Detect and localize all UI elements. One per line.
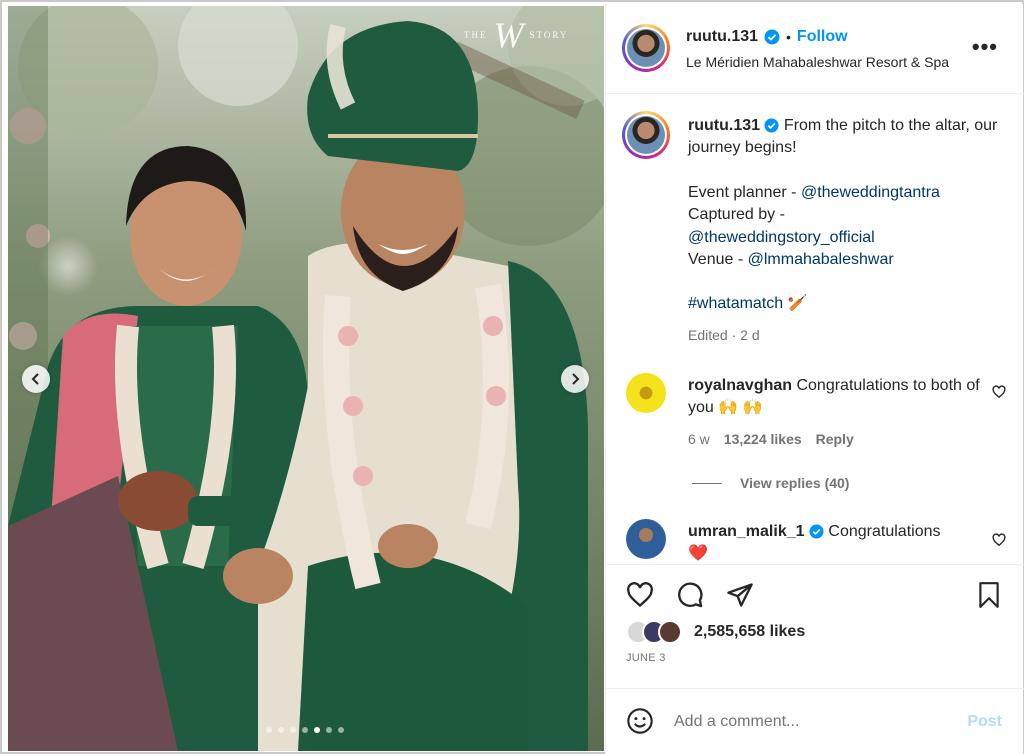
post-caption: ruutu.131 From the pitch to the altar, o…: [688, 115, 1008, 346]
captured-by-label: Captured by -: [688, 206, 785, 224]
carousel-dot: [290, 727, 296, 733]
wedding-photo-illustration: [8, 6, 604, 751]
comment-item: royalnavghan Congratulations to both of …: [688, 375, 988, 419]
header-user-row: ruutu.131 • Follow: [686, 28, 848, 46]
caption-username[interactable]: ruutu.131: [688, 117, 760, 134]
comment-input[interactable]: [674, 707, 944, 737]
chevron-right-icon: [572, 373, 580, 385]
comment-item: umran_malik_1 Congratulations ❤️: [688, 521, 988, 563]
post-actions: 2,585,658 likes JUNE 3: [606, 564, 1024, 688]
watermark-text-left: THE: [464, 30, 488, 40]
venue-label: Venue -: [688, 251, 748, 269]
event-planner-link[interactable]: @theweddingtantra: [801, 184, 940, 201]
comment-bubble-icon[interactable]: [676, 581, 704, 609]
post-side-panel: ruutu.131 • Follow Le Méridien Mahabales…: [605, 4, 1024, 754]
carousel-dot: [278, 727, 284, 733]
post-comment-button[interactable]: Post: [967, 713, 1002, 731]
post-header: ruutu.131 • Follow Le Méridien Mahabales…: [606, 4, 1024, 94]
comment-likes[interactable]: 13,224 likes: [724, 431, 802, 447]
like-comment-heart-icon[interactable]: [992, 385, 1006, 399]
view-replies-button[interactable]: View replies (40): [692, 475, 849, 491]
instagram-post-modal: THE W STORY ruutu.131 • Follow Le Méridi…: [0, 0, 1024, 754]
photo-watermark: THE W STORY: [464, 15, 569, 55]
comments-scroll-area[interactable]: ruutu.131 From the pitch to the altar, o…: [606, 95, 1024, 563]
header-separator: •: [786, 29, 791, 45]
save-bookmark-icon[interactable]: [976, 581, 1002, 609]
liked-by-avatars[interactable]: [626, 620, 682, 644]
carousel-dot: [266, 727, 272, 733]
hashtag-link[interactable]: #whatamatch: [688, 295, 783, 312]
commenter-avatar[interactable]: [626, 373, 666, 413]
comment-reply-button[interactable]: Reply: [816, 431, 854, 447]
post-photo[interactable]: THE W STORY: [8, 6, 604, 751]
venue-link[interactable]: @lmmahabaleshwar: [748, 251, 894, 268]
heart-emoji: ❤️: [688, 545, 708, 562]
carousel-dot: [314, 727, 320, 733]
chevron-left-icon: [31, 373, 39, 385]
carousel-next-button[interactable]: [561, 365, 589, 393]
caption-author-avatar[interactable]: [622, 111, 670, 159]
caption-edited-time: Edited · 2 d: [688, 326, 760, 343]
carousel-dot: [326, 727, 332, 733]
captured-by-link[interactable]: @theweddingstory_official: [688, 229, 875, 246]
carousel-indicator: [266, 727, 344, 733]
carousel-dot: [338, 727, 344, 733]
watermark-logo: W: [493, 15, 524, 55]
follow-button[interactable]: Follow: [797, 28, 848, 46]
like-comment-heart-icon[interactable]: [992, 533, 1006, 547]
cricket-emoji: 🏏: [787, 295, 808, 313]
comment-username[interactable]: royalnavghan: [688, 377, 792, 394]
comment-age[interactable]: 6 w: [688, 431, 710, 447]
liker-avatar: [658, 620, 682, 644]
like-count[interactable]: 2,585,658 likes: [694, 623, 805, 641]
comment-username[interactable]: umran_malik_1: [688, 523, 805, 540]
author-avatar[interactable]: [622, 24, 670, 72]
commenter-avatar[interactable]: [626, 519, 666, 559]
emoji-picker-icon[interactable]: [626, 707, 654, 735]
carousel-prev-button[interactable]: [22, 365, 50, 393]
watermark-text-right: STORY: [529, 30, 569, 40]
comment-text: Congratulations: [823, 523, 941, 540]
post-date[interactable]: JUNE 3: [626, 652, 666, 664]
verified-badge-icon: [764, 118, 779, 133]
view-replies-label: View replies (40): [740, 475, 850, 491]
like-heart-icon[interactable]: [626, 581, 654, 609]
verified-badge-icon: [809, 524, 824, 539]
carousel-dot: [302, 727, 308, 733]
share-paper-plane-icon[interactable]: [726, 581, 754, 609]
add-comment-bar: Post: [606, 688, 1024, 754]
replies-divider-line: [692, 482, 722, 484]
comment-meta: 6 w 13,224 likes Reply: [688, 431, 854, 447]
verified-badge-icon: [764, 29, 780, 45]
author-username[interactable]: ruutu.131: [686, 28, 758, 46]
event-planner-label: Event planner -: [688, 183, 801, 201]
more-options-icon[interactable]: •••: [972, 36, 998, 58]
post-location[interactable]: Le Méridien Mahabaleshwar Resort & Spa: [686, 54, 961, 70]
